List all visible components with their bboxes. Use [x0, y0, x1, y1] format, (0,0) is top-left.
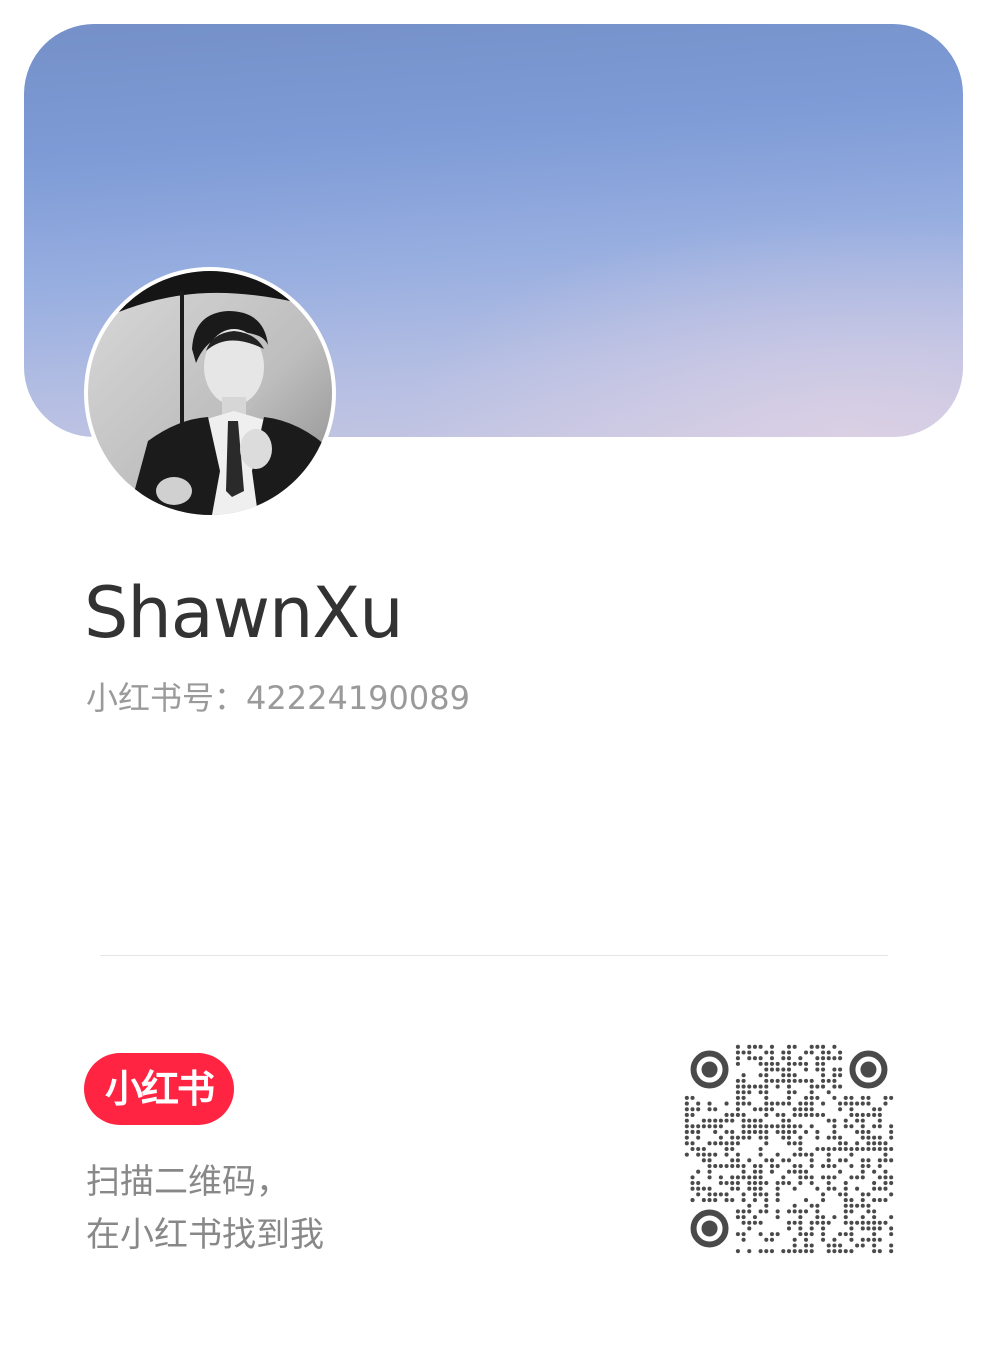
- xiaohongshu-logo: 小红书: [84, 1053, 234, 1125]
- id-label: 小红书号：: [86, 679, 247, 717]
- tagline-line1: 扫描二维码，: [86, 1162, 290, 1202]
- tagline-line2: 在小红书找到我: [86, 1215, 324, 1255]
- xiaohongshu-id: 小红书号：42224190089: [86, 676, 470, 720]
- username: ShawnXu: [84, 572, 404, 654]
- divider: [100, 955, 888, 956]
- qr-code-graphic: [684, 1044, 894, 1254]
- id-value: 42224190089: [246, 679, 470, 717]
- avatar-photo: [88, 271, 332, 515]
- avatar[interactable]: [84, 267, 336, 519]
- qr-code-icon[interactable]: [684, 1044, 894, 1254]
